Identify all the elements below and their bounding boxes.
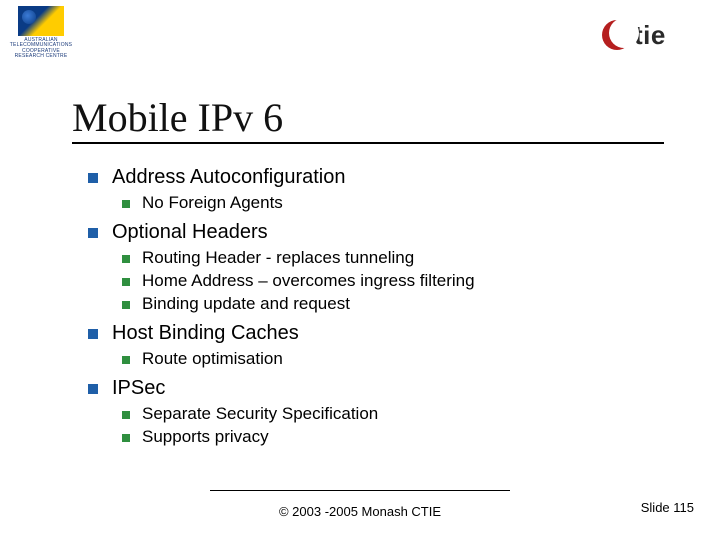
list-item: Address Autoconfiguration No Foreign Age… bbox=[88, 166, 648, 213]
sub-item-label: Home Address – overcomes ingress filteri… bbox=[142, 271, 475, 291]
footer-divider bbox=[210, 490, 510, 491]
sub-item-label: Route optimisation bbox=[142, 349, 283, 369]
list-item: Home Address – overcomes ingress filteri… bbox=[122, 271, 648, 291]
list-item: No Foreign Agents bbox=[122, 193, 648, 213]
list-item: Supports privacy bbox=[122, 427, 648, 447]
bullet-icon bbox=[122, 301, 130, 309]
bullet-icon bbox=[122, 411, 130, 419]
logo-left: AUSTRALIAN TELECOMMUNICATIONS COOPERATIV… bbox=[10, 6, 72, 66]
list-item: IPSec Separate Security Specification Su… bbox=[88, 377, 648, 447]
sub-item-label: No Foreign Agents bbox=[142, 193, 283, 213]
logo-left-label: AUSTRALIAN TELECOMMUNICATIONS COOPERATIV… bbox=[10, 38, 72, 59]
crescent-icon bbox=[602, 20, 632, 50]
bullet-icon bbox=[122, 356, 130, 364]
slide-title: Mobile IPv 6 bbox=[72, 94, 283, 141]
sub-item-label: Routing Header - replaces tunneling bbox=[142, 248, 414, 268]
bullet-icon bbox=[122, 200, 130, 208]
slide-number: Slide 115 bbox=[641, 500, 694, 515]
bullet-icon bbox=[88, 228, 98, 238]
slide-content: Address Autoconfiguration No Foreign Age… bbox=[88, 166, 648, 455]
section-label: Host Binding Caches bbox=[112, 322, 299, 345]
bullet-icon bbox=[88, 384, 98, 394]
list-item: Optional Headers Routing Header - replac… bbox=[88, 221, 648, 314]
sub-item-label: Supports privacy bbox=[142, 427, 269, 447]
flag-icon bbox=[18, 6, 64, 36]
bullet-icon bbox=[122, 434, 130, 442]
bullet-icon bbox=[88, 329, 98, 339]
list-item: Separate Security Specification bbox=[122, 404, 648, 424]
logo-right: tie bbox=[602, 16, 700, 54]
bullet-icon bbox=[88, 173, 98, 183]
section-label: IPSec bbox=[112, 377, 165, 400]
list-item: Host Binding Caches Route optimisation bbox=[88, 322, 648, 369]
title-divider bbox=[72, 142, 664, 144]
list-item: Routing Header - replaces tunneling bbox=[122, 248, 648, 268]
list-item: Binding update and request bbox=[122, 294, 648, 314]
sub-item-label: Binding update and request bbox=[142, 294, 350, 314]
section-label: Address Autoconfiguration bbox=[112, 166, 346, 189]
section-label: Optional Headers bbox=[112, 221, 268, 244]
bullet-icon bbox=[122, 255, 130, 263]
sub-item-label: Separate Security Specification bbox=[142, 404, 378, 424]
list-item: Route optimisation bbox=[122, 349, 648, 369]
bullet-icon bbox=[122, 278, 130, 286]
footer-copyright: © 2003 -2005 Monash CTIE bbox=[0, 504, 720, 519]
